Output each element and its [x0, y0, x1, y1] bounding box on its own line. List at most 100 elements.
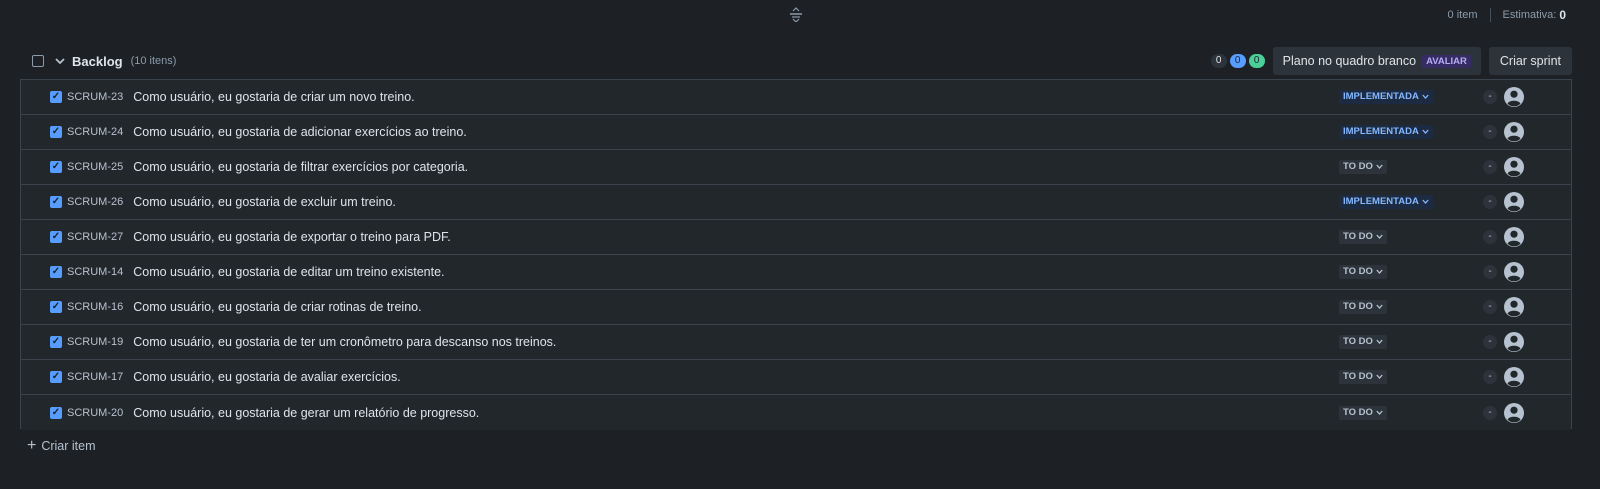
issue-key[interactable]: SCRUM-17	[67, 371, 123, 383]
status-dropdown[interactable]: TO DO	[1339, 405, 1387, 420]
issue-summary[interactable]: Como usuário, eu gostaria de avaliar exe…	[133, 370, 401, 384]
issue-row[interactable]: ✓ SCRUM-16 Como usuário, eu gostaria de cr…	[21, 290, 1571, 325]
status-label: TO DO	[1343, 301, 1373, 312]
issue-row[interactable]: ✓ SCRUM-23 Como usuário, eu gostaria de cr…	[21, 80, 1571, 115]
select-all-checkbox[interactable]	[32, 55, 44, 67]
backlog-title: Backlog	[72, 53, 123, 69]
backlog-header: Backlog (10 itens) 0 0 0 Plano no quadro…	[20, 46, 1572, 76]
issue-summary[interactable]: Como usuário, eu gostaria de editar um t…	[133, 265, 444, 279]
user-avatar-icon[interactable]	[1503, 261, 1525, 283]
issue-checkbox[interactable]: ✓	[50, 161, 62, 173]
whiteboard-plan-button[interactable]: Plano no quadro branco AVALIAR	[1272, 47, 1481, 75]
issue-checkbox[interactable]: ✓	[50, 406, 62, 419]
status-dropdown[interactable]: IMPLEMENTADA	[1339, 125, 1433, 139]
issue-key[interactable]: SCRUM-24	[67, 126, 123, 138]
issue-row[interactable]: ✓ SCRUM-26 Como usuário, eu gostaria de ex…	[21, 185, 1571, 220]
status-label: TO DO	[1343, 266, 1373, 277]
issue-summary[interactable]: Como usuário, eu gostaria de criar um no…	[133, 90, 414, 104]
create-item-label: Criar item	[41, 439, 96, 453]
issue-list: ✓ SCRUM-23 Como usuário, eu gostaria de cr…	[20, 79, 1572, 430]
status-dropdown[interactable]: TO DO	[1339, 230, 1387, 244]
todo-points-badge: 0	[1210, 54, 1227, 68]
estimate-badge[interactable]: -	[1483, 370, 1497, 384]
issue-key[interactable]: SCRUM-16	[67, 301, 123, 313]
user-avatar-icon[interactable]	[1503, 402, 1525, 424]
chevron-down-icon	[1376, 265, 1383, 279]
user-avatar-icon[interactable]	[1503, 121, 1525, 143]
issue-summary[interactable]: Como usuário, eu gostaria de exportar o …	[133, 230, 451, 244]
chevron-down-icon	[1376, 370, 1383, 384]
issue-key[interactable]: SCRUM-23	[67, 91, 123, 103]
chevron-down-icon	[1376, 406, 1383, 420]
estimate-badge[interactable]: -	[1483, 90, 1497, 104]
status-label: IMPLEMENTADA	[1343, 196, 1419, 207]
estimate-badge[interactable]: -	[1483, 405, 1497, 420]
issue-checkbox[interactable]: ✓	[50, 266, 62, 278]
backlog-count: (10 itens)	[130, 55, 177, 67]
issue-checkbox[interactable]: ✓	[50, 301, 62, 313]
issue-row[interactable]: ✓ SCRUM-20 Como usuário, eu gostaria de ge…	[21, 395, 1571, 430]
status-dropdown[interactable]: TO DO	[1339, 300, 1387, 314]
chevron-down-icon[interactable]	[54, 55, 66, 67]
issue-checkbox[interactable]: ✓	[50, 91, 62, 103]
create-sprint-button[interactable]: Criar sprint	[1488, 47, 1572, 75]
issue-row[interactable]: ✓ SCRUM-25 Como usuário, eu gostaria de fi…	[21, 150, 1571, 185]
issue-summary[interactable]: Como usuário, eu gostaria de ter um cron…	[133, 335, 556, 349]
issue-summary[interactable]: Como usuário, eu gostaria de gerar um re…	[133, 406, 479, 420]
issue-checkbox[interactable]: ✓	[50, 126, 62, 138]
status-label: IMPLEMENTADA	[1343, 126, 1419, 137]
issue-key[interactable]: SCRUM-26	[67, 196, 123, 208]
issue-row[interactable]: ✓ SCRUM-24 Como usuário, eu gostaria de ad…	[21, 115, 1571, 150]
estimate-badge[interactable]: -	[1483, 160, 1497, 174]
divider	[1489, 8, 1491, 22]
chevron-down-icon	[1422, 195, 1429, 209]
issue-row[interactable]: ✓ SCRUM-14 Como usuário, eu gostaria de ed…	[21, 255, 1571, 290]
user-avatar-icon[interactable]	[1503, 296, 1525, 318]
estimate-badge[interactable]: -	[1483, 125, 1497, 139]
estimate-badge[interactable]: -	[1483, 230, 1497, 244]
evaluate-lozenge: AVALIAR	[1422, 54, 1471, 68]
done-points-badge: 0	[1248, 54, 1265, 68]
issue-row[interactable]: ✓ SCRUM-19 Como usuário, eu gostaria de te…	[21, 325, 1571, 360]
status-label: TO DO	[1343, 231, 1373, 242]
user-avatar-icon[interactable]	[1503, 156, 1525, 178]
issue-key[interactable]: SCRUM-20	[67, 407, 123, 419]
issue-checkbox[interactable]: ✓	[50, 231, 62, 243]
issue-row[interactable]: ✓ SCRUM-27 Como usuário, eu gostaria de ex…	[21, 220, 1571, 255]
chevron-down-icon	[1376, 230, 1383, 244]
status-dropdown[interactable]: IMPLEMENTADA	[1339, 90, 1433, 104]
issue-summary[interactable]: Como usuário, eu gostaria de criar rotin…	[133, 300, 421, 314]
issue-checkbox[interactable]: ✓	[50, 371, 62, 383]
chevron-down-icon	[1376, 160, 1383, 174]
user-avatar-icon[interactable]	[1503, 191, 1525, 213]
issue-summary[interactable]: Como usuário, eu gostaria de adicionar e…	[133, 125, 467, 139]
status-dropdown[interactable]: IMPLEMENTADA	[1339, 195, 1433, 209]
user-avatar-icon[interactable]	[1503, 331, 1525, 353]
estimate-badge[interactable]: -	[1483, 265, 1497, 279]
issue-key[interactable]: SCRUM-19	[67, 336, 123, 348]
chevron-down-icon	[1422, 125, 1429, 139]
status-dropdown[interactable]: TO DO	[1339, 265, 1387, 279]
backlog-actions: 0 0 0 Plano no quadro branco AVALIAR Cri…	[1208, 47, 1572, 75]
user-avatar-icon[interactable]	[1503, 366, 1525, 388]
status-dropdown[interactable]: TO DO	[1339, 160, 1387, 174]
status-dropdown[interactable]: TO DO	[1339, 335, 1387, 349]
issue-row[interactable]: ✓ SCRUM-17 Como usuário, eu gostaria de av…	[21, 360, 1571, 395]
issue-summary[interactable]: Como usuário, eu gostaria de filtrar exe…	[133, 160, 468, 174]
issue-summary[interactable]: Como usuário, eu gostaria de excluir um …	[133, 195, 396, 209]
estimate-badge[interactable]: -	[1483, 195, 1497, 209]
user-avatar-icon[interactable]	[1503, 226, 1525, 248]
status-dropdown[interactable]: TO DO	[1339, 370, 1387, 384]
issue-key[interactable]: SCRUM-25	[67, 161, 123, 173]
issue-key[interactable]: SCRUM-27	[67, 231, 123, 243]
drag-handle-icon[interactable]	[788, 6, 804, 24]
issue-checkbox[interactable]: ✓	[50, 336, 62, 348]
status-label: TO DO	[1343, 406, 1373, 418]
user-avatar-icon[interactable]	[1503, 86, 1525, 108]
issue-checkbox[interactable]: ✓	[50, 196, 62, 208]
chevron-down-icon	[1376, 300, 1383, 314]
issue-key[interactable]: SCRUM-14	[67, 266, 123, 278]
create-item-button[interactable]: + Criar item	[27, 438, 96, 454]
estimate-badge[interactable]: -	[1483, 300, 1497, 314]
estimate-badge[interactable]: -	[1483, 335, 1497, 349]
